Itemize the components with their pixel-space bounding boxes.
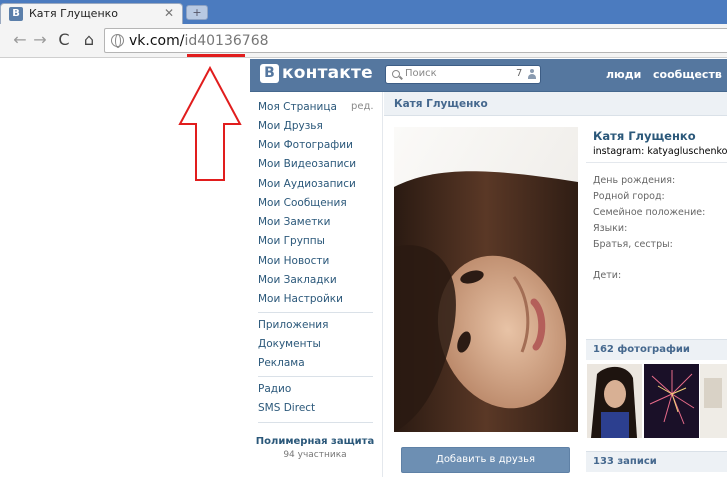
info-label-birthday: День рождения: <box>593 175 676 186</box>
menu-item-messages[interactable]: Мои Сообщения <box>258 197 347 209</box>
photos-section-header[interactable]: 162 фотографии <box>586 339 727 360</box>
search-count: 7 <box>516 68 523 79</box>
menu-divider <box>258 312 373 313</box>
url-path: id40136768 <box>184 33 269 49</box>
avatar-image <box>394 127 578 432</box>
promo-title: Полимерная защита <box>255 436 375 447</box>
vk-logo-text[interactable]: контакте <box>282 63 373 83</box>
annotation-up-arrow-icon <box>178 66 242 181</box>
menu-item-audio[interactable]: Мои Аудиозаписи <box>258 178 356 190</box>
promo-block[interactable]: Полимерная защита 94 участника <box>250 435 380 460</box>
url-host: vk.com/ <box>129 33 185 49</box>
annotation-underline <box>187 54 245 57</box>
photo-thumbnail[interactable] <box>587 364 642 438</box>
content-title: Катя Глущенко <box>394 98 488 110</box>
profile-status[interactable]: instagram: katyagluschenko <box>593 146 727 157</box>
info-label-hometown: Родной город: <box>593 191 665 202</box>
info-label-children: Дети: <box>593 270 622 281</box>
content-separator <box>382 92 383 477</box>
nav-people-link[interactable]: люди <box>606 68 641 81</box>
tab-title: Катя Глущенко <box>29 7 119 20</box>
promo-subtitle: 94 участника <box>283 450 347 460</box>
menu-item-bookmarks[interactable]: Мои Закладки <box>258 274 337 286</box>
browser-tabstrip: B Катя Глущенко ✕ + <box>0 0 727 24</box>
posts-count: 133 записи <box>593 456 657 467</box>
info-label-languages: Языки: <box>593 223 628 234</box>
nav-communities-link[interactable]: сообществ <box>653 68 722 81</box>
menu-item-news[interactable]: Мои Новости <box>258 255 329 267</box>
photo-thumbnail-image <box>700 364 727 438</box>
menu-item-apps[interactable]: Приложения <box>258 319 328 331</box>
photo-thumbnail[interactable] <box>644 364 699 438</box>
profile-avatar-photo[interactable] <box>394 127 578 432</box>
menu-item-radio[interactable]: Радио <box>258 383 291 395</box>
add-friend-button[interactable]: Добавить в друзья <box>401 447 570 473</box>
address-bar[interactable]: vk.com/id40136768 <box>104 28 727 53</box>
menu-edit-link[interactable]: ред. <box>351 101 374 112</box>
photo-thumbnail[interactable] <box>700 364 727 438</box>
posts-section-header[interactable]: 133 записи <box>586 451 727 472</box>
reload-icon[interactable]: C <box>54 30 74 49</box>
menu-item-groups[interactable]: Мои Группы <box>258 235 325 247</box>
menu-item-my-page[interactable]: Моя Страница <box>258 101 337 113</box>
menu-item-sms-direct[interactable]: SMS Direct <box>258 402 315 414</box>
user-icon <box>527 69 537 80</box>
photos-count: 162 фотографии <box>593 344 690 355</box>
close-tab-icon[interactable]: ✕ <box>164 6 174 20</box>
photo-thumbnail-image <box>587 364 642 438</box>
forward-arrow-icon[interactable]: → <box>30 30 50 49</box>
content-title-bar: Катя Глущенко <box>384 92 727 116</box>
menu-item-documents[interactable]: Документы <box>258 338 321 350</box>
fireworks-image <box>644 364 699 438</box>
vk-search-input[interactable]: Поиск 7 <box>385 65 541 84</box>
browser-toolbar: ← → C ⌂ vk.com/id40136768 <box>0 24 727 58</box>
globe-icon <box>111 34 124 48</box>
menu-item-settings[interactable]: Мои Настройки <box>258 293 343 305</box>
menu-item-videos[interactable]: Мои Видеозаписи <box>258 158 356 170</box>
menu-item-photos[interactable]: Мои Фотографии <box>258 139 353 151</box>
menu-item-notes[interactable]: Мои Заметки <box>258 216 330 228</box>
menu-item-ads[interactable]: Реклама <box>258 357 305 369</box>
search-icon <box>392 70 400 78</box>
vk-header: B контакте Поиск 7 люди сообществ <box>250 59 727 92</box>
menu-item-friends[interactable]: Мои Друзья <box>258 120 323 132</box>
back-arrow-icon[interactable]: ← <box>10 30 30 49</box>
menu-divider <box>258 422 373 423</box>
menu-divider <box>258 376 373 377</box>
info-label-siblings: Братья, сестры: <box>593 239 673 250</box>
profile-name: Катя Глущенко <box>593 129 696 143</box>
info-label-relationship: Семейное положение: <box>593 207 706 218</box>
profile-divider <box>586 162 727 163</box>
search-placeholder: Поиск <box>405 68 437 79</box>
home-icon[interactable]: ⌂ <box>79 30 99 49</box>
vk-favicon-icon: B <box>9 7 23 21</box>
vk-logo-icon[interactable]: B <box>260 64 279 83</box>
url-text: vk.com/id40136768 <box>129 33 269 49</box>
new-tab-button[interactable]: + <box>186 5 208 20</box>
browser-tab[interactable]: B Катя Глущенко ✕ <box>0 3 183 24</box>
